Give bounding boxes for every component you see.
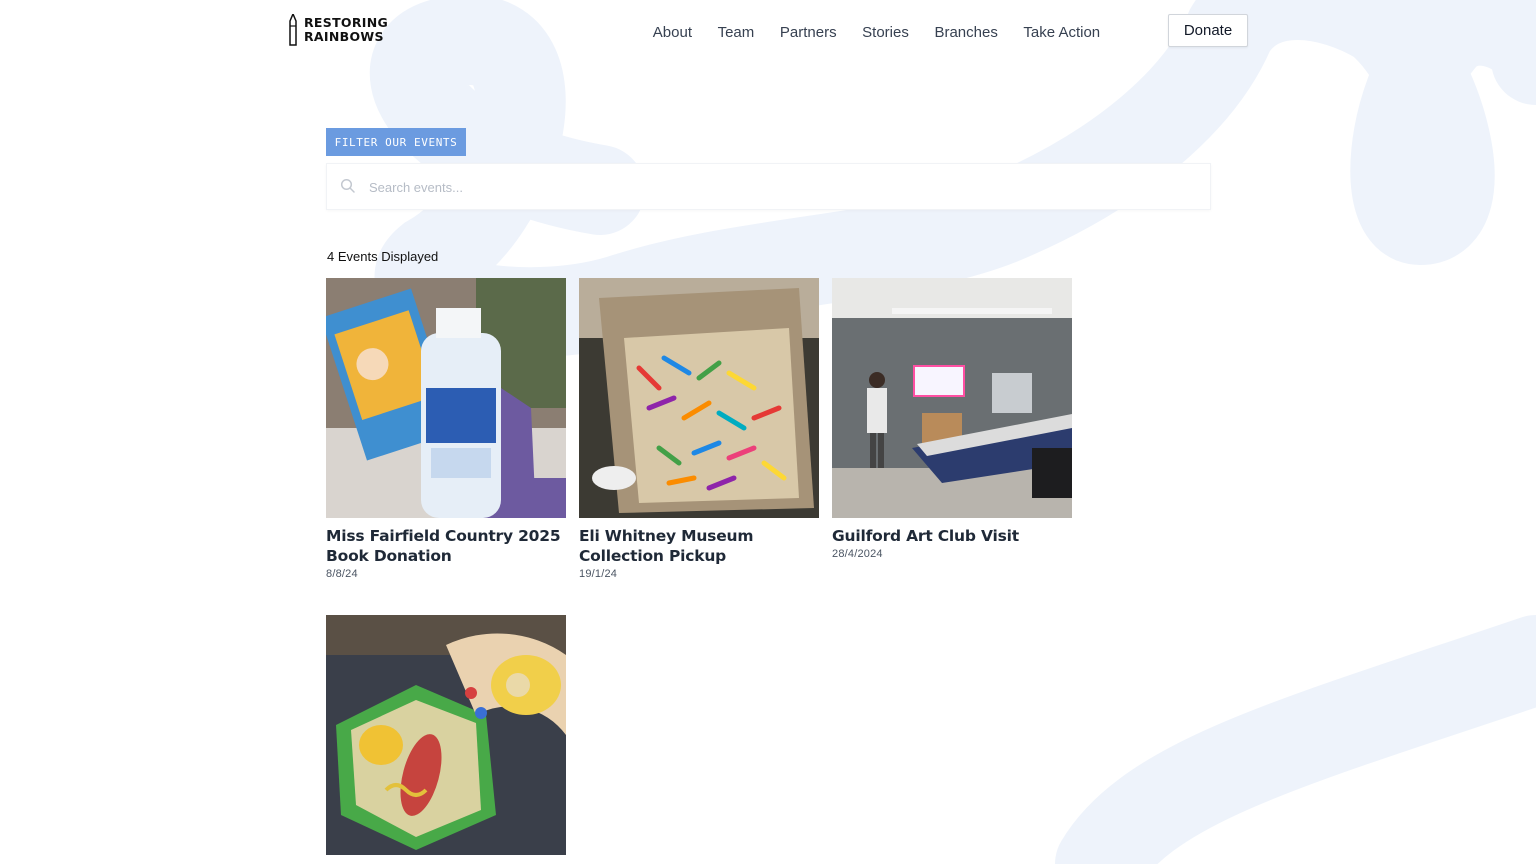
- event-date: 19/1/24: [579, 568, 618, 580]
- brand-line-1: RESTORING: [304, 15, 389, 30]
- events-page: FILTER OUR EVENTS 4 Events Displayed: [0, 0, 1536, 864]
- nav-about[interactable]: About: [640, 22, 705, 44]
- brand-wordmark: RESTORING RAINBOWS: [304, 16, 388, 44]
- brand-line-2: RAINBOWS: [304, 29, 384, 44]
- filter-events-tab[interactable]: FILTER OUR EVENTS: [326, 128, 466, 156]
- event-title[interactable]: Eli Whitney Museum Collection Pickup: [579, 526, 820, 566]
- nav-take-action[interactable]: Take Action: [1011, 22, 1113, 44]
- crayon-icon: [289, 14, 297, 46]
- nav-stories[interactable]: Stories: [849, 22, 921, 44]
- events-count: 4 Events Displayed: [327, 249, 439, 264]
- event-image[interactable]: [579, 278, 819, 518]
- donate-button[interactable]: Donate: [1168, 14, 1248, 47]
- event-card[interactable]: Miss Fairfield Country 2025 Book Donatio…: [326, 278, 567, 580]
- event-image[interactable]: [326, 278, 566, 518]
- nav-partners[interactable]: Partners: [767, 22, 849, 44]
- nav-branches[interactable]: Branches: [922, 22, 1011, 44]
- event-date: 28/4/2024: [832, 548, 883, 560]
- event-card[interactable]: Guilford Art Club Visit 28/4/2024: [832, 278, 1073, 560]
- event-card[interactable]: Eli Whitney Museum Collection Pickup 19/…: [579, 278, 820, 580]
- event-title[interactable]: Miss Fairfield Country 2025 Book Donatio…: [326, 526, 567, 566]
- nav-team[interactable]: Team: [705, 22, 767, 44]
- search-bar: [326, 163, 1211, 211]
- event-date: 8/8/24: [326, 568, 358, 580]
- search-input[interactable]: [367, 164, 1191, 211]
- event-card[interactable]: [326, 615, 567, 855]
- brand-logo[interactable]: RESTORING RAINBOWS: [288, 14, 388, 46]
- search-icon: [340, 178, 355, 193]
- main-nav: About Team Partners Stories Branches Tak…: [640, 22, 1113, 44]
- event-image[interactable]: [832, 278, 1072, 518]
- event-image[interactable]: [326, 615, 566, 855]
- site-header: RESTORING RAINBOWS About Team Partners S…: [0, 0, 1536, 64]
- event-title[interactable]: Guilford Art Club Visit: [832, 526, 1073, 546]
